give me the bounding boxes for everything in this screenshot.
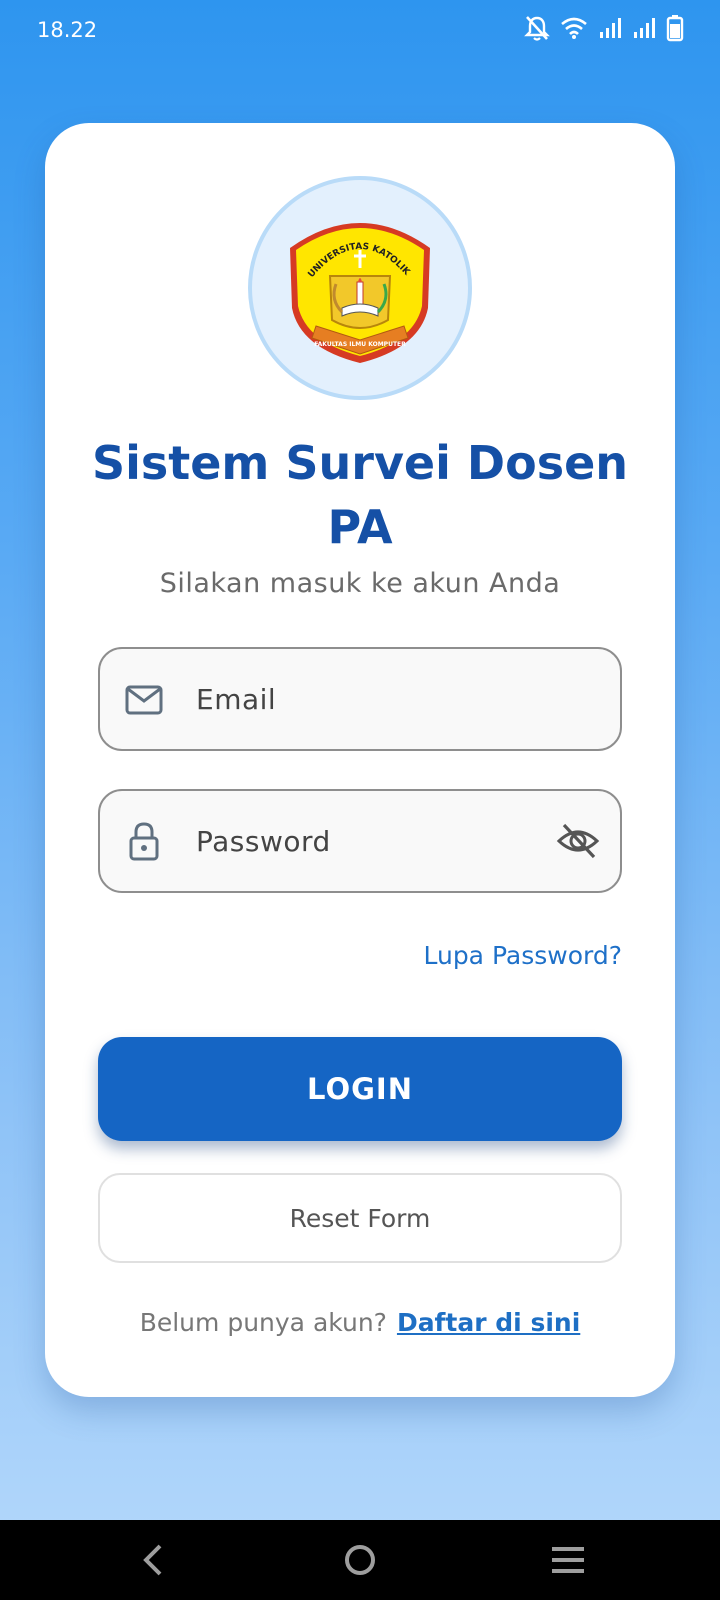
logo-container: UNIVERSITAS KATOLIK SANTO THOMAS FAKULTA… bbox=[248, 176, 472, 400]
navigation-bar bbox=[0, 1520, 720, 1600]
lock-icon bbox=[129, 822, 159, 861]
mail-icon bbox=[125, 685, 163, 715]
signal-icon bbox=[600, 18, 621, 38]
forgot-password-link[interactable]: Lupa Password? bbox=[423, 941, 622, 970]
back-icon[interactable] bbox=[136, 1538, 172, 1582]
status-icons bbox=[524, 14, 684, 42]
password-field[interactable] bbox=[98, 789, 622, 893]
bell-off-icon bbox=[524, 16, 550, 41]
password-input[interactable] bbox=[196, 815, 516, 867]
logo-text-ribbon: FAKULTAS ILMU KOMPUTER bbox=[314, 341, 406, 348]
eye-off-icon[interactable] bbox=[556, 821, 600, 861]
email-input[interactable] bbox=[196, 673, 516, 725]
status-bar: 18.22 bbox=[0, 0, 720, 62]
home-icon[interactable] bbox=[340, 1538, 380, 1582]
reset-form-button[interactable]: Reset Form bbox=[98, 1173, 622, 1263]
university-logo: UNIVERSITAS KATOLIK SANTO THOMAS FAKULTA… bbox=[280, 208, 430, 363]
page-title: Sistem Survei Dosen PA bbox=[91, 436, 629, 554]
signal-icon bbox=[634, 18, 655, 38]
battery-icon bbox=[666, 15, 684, 42]
status-time: 18.22 bbox=[37, 18, 98, 42]
login-button[interactable]: LOGIN bbox=[98, 1037, 622, 1141]
register-link[interactable]: Daftar di sini bbox=[397, 1308, 580, 1337]
register-row: Belum punya akun? Daftar di sini bbox=[45, 1308, 675, 1337]
menu-icon[interactable] bbox=[548, 1538, 588, 1582]
wifi-icon bbox=[561, 17, 587, 39]
email-field[interactable] bbox=[98, 647, 622, 751]
login-card: UNIVERSITAS KATOLIK SANTO THOMAS FAKULTA… bbox=[45, 123, 675, 1397]
page-subtitle: Silakan masuk ke akun Anda bbox=[159, 568, 561, 599]
no-account-text: Belum punya akun? bbox=[139, 1308, 387, 1337]
